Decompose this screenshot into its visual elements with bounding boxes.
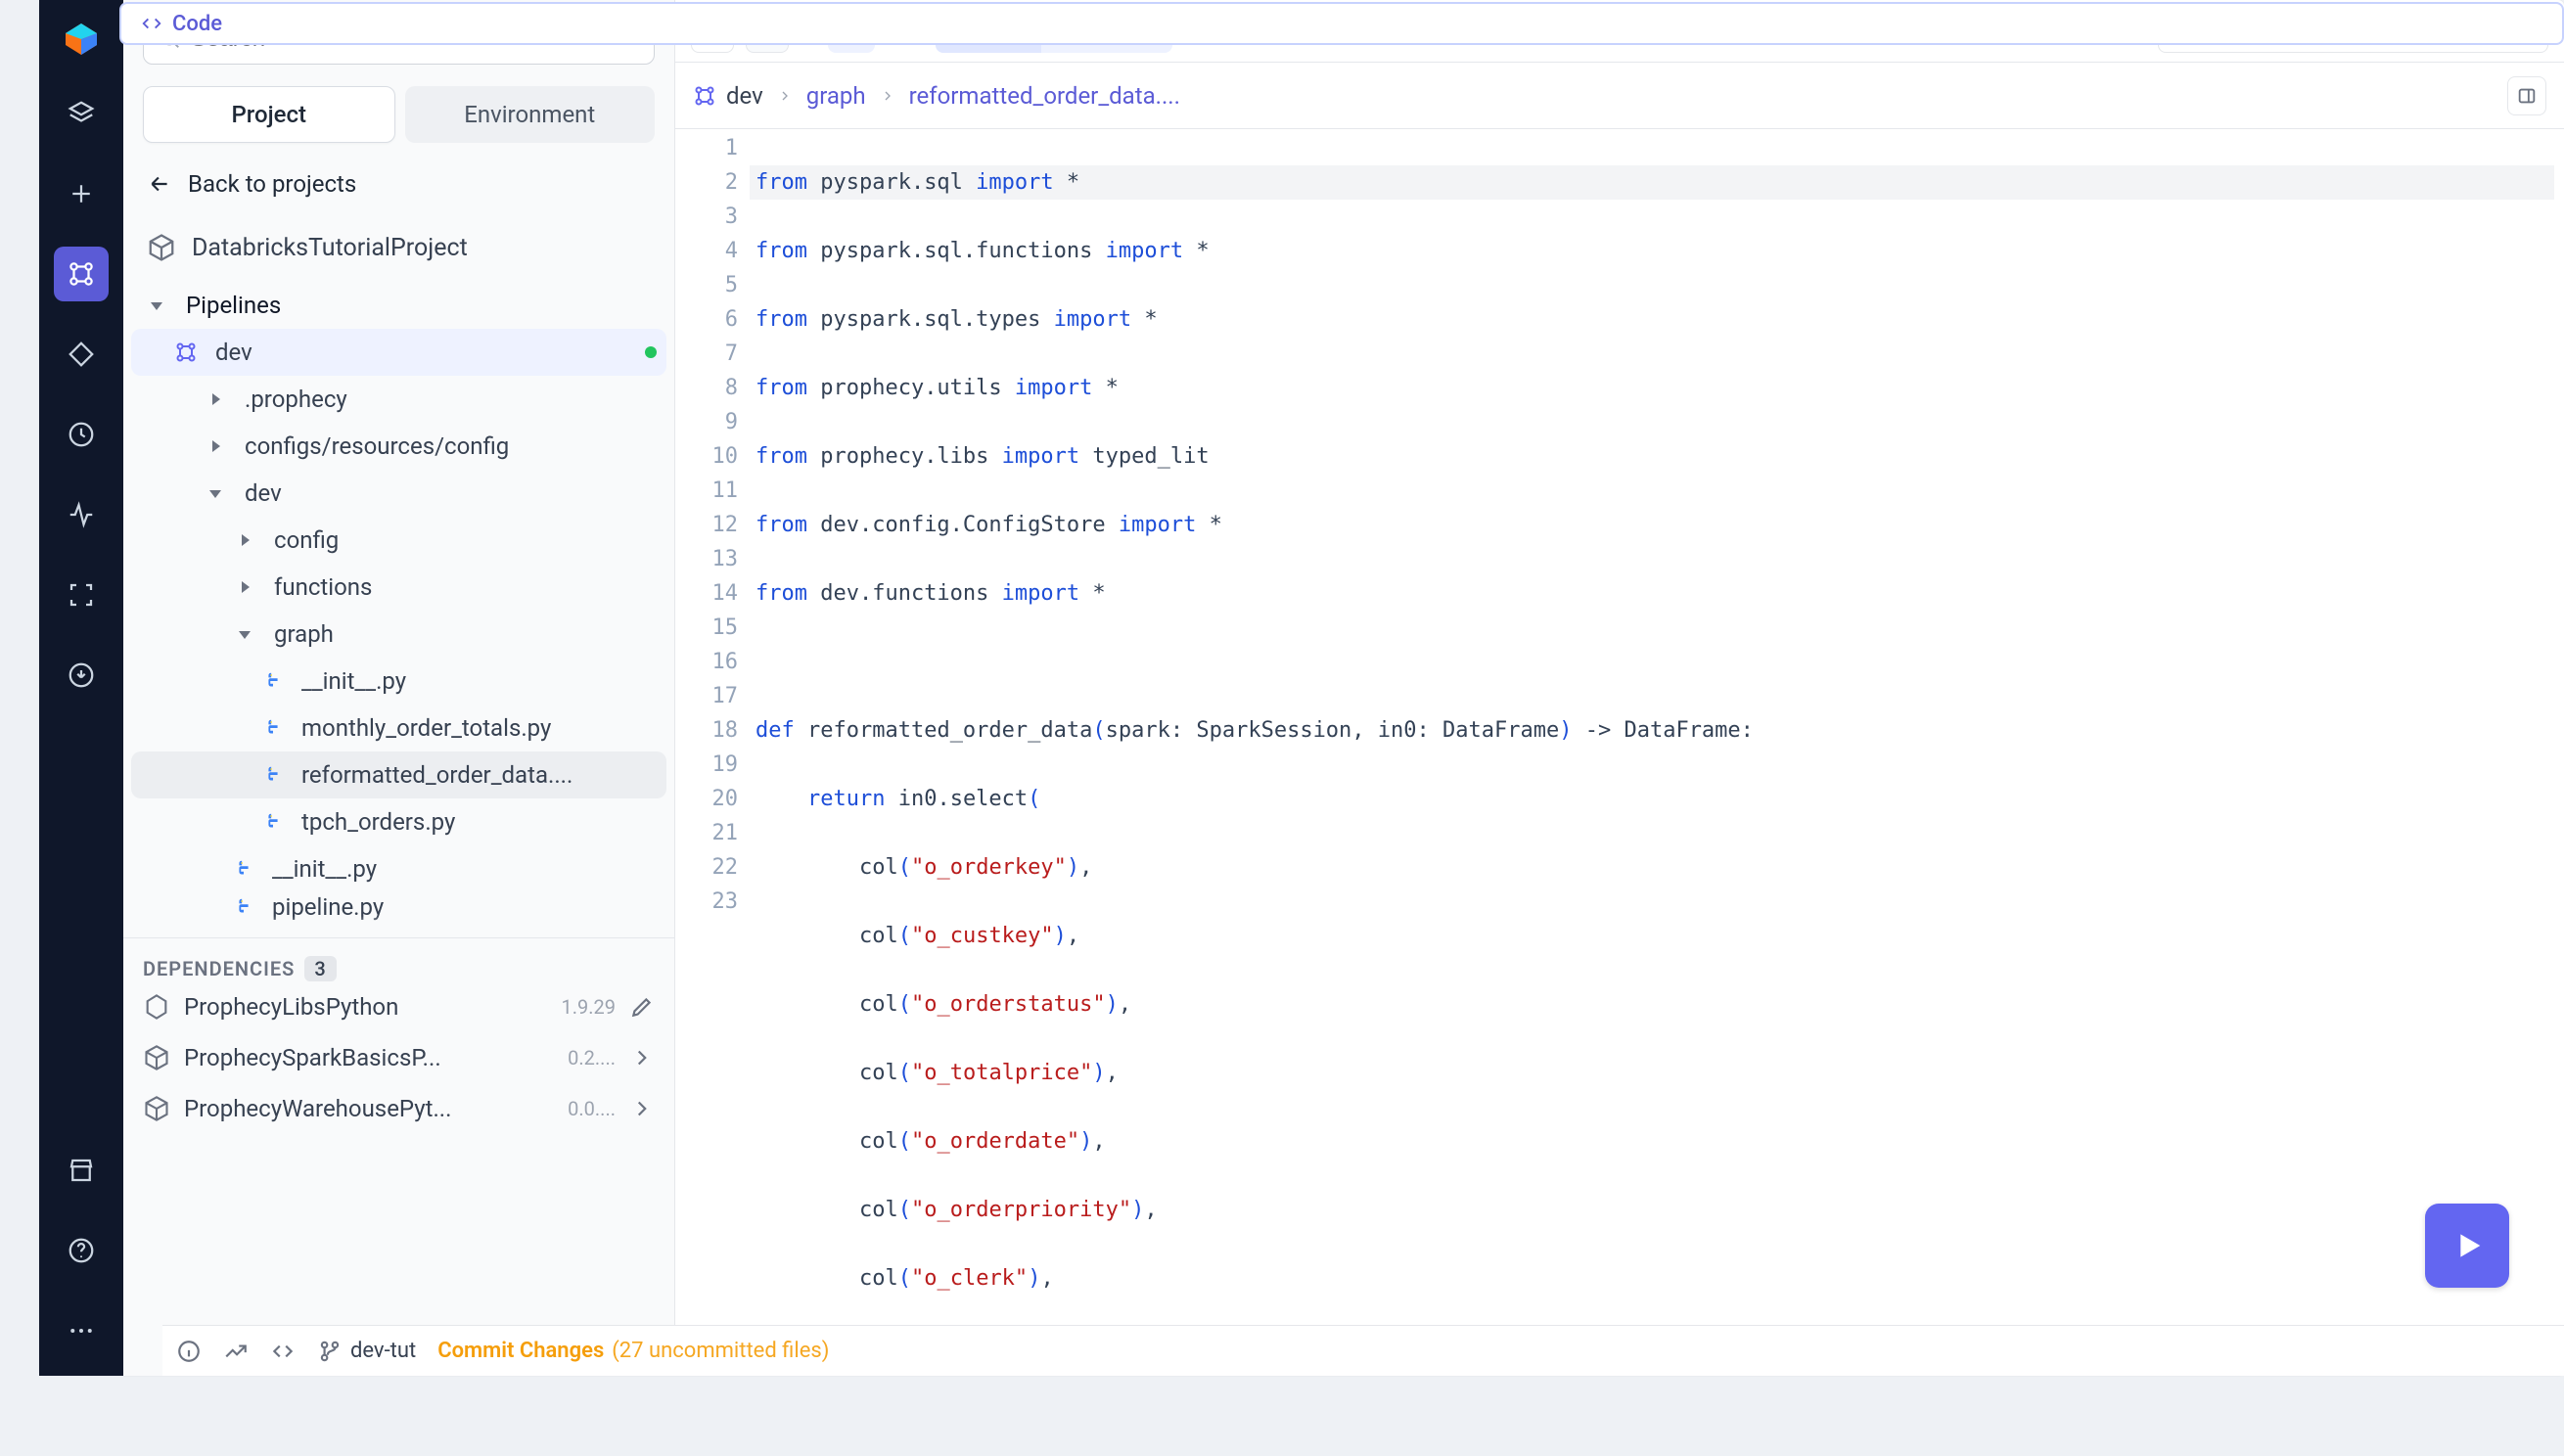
- nav-more-icon[interactable]: [54, 1303, 109, 1358]
- tree-folder-graph[interactable]: graph: [131, 611, 666, 658]
- back-to-projects[interactable]: Back to projects: [123, 143, 674, 213]
- branch-icon: [317, 1339, 343, 1364]
- python-icon: [262, 764, 284, 786]
- chevron-down-icon: [233, 622, 256, 646]
- tree-folder-configs[interactable]: configs/resources/config: [131, 423, 666, 470]
- code-content: from pyspark.sql import * from pyspark.s…: [755, 131, 2564, 1376]
- arrow-left-icon: [147, 171, 172, 197]
- deps-header: DEPENDENCIES: [143, 957, 295, 980]
- nav-activity-icon[interactable]: [54, 487, 109, 542]
- python-icon: [262, 670, 284, 692]
- tree-file-init2[interactable]: __init__.py: [131, 845, 666, 892]
- chevron-right-icon: [204, 387, 227, 411]
- nav-help-icon[interactable]: [54, 1223, 109, 1278]
- panel-icon: [2516, 85, 2538, 107]
- tree-file-reformatted[interactable]: reformatted_order_data....: [131, 751, 666, 798]
- commit-changes-link[interactable]: Commit Changes (27 uncommitted files): [437, 1339, 829, 1363]
- tree-folder-prophecy[interactable]: .prophecy: [131, 376, 666, 423]
- line-gutter: 1234567891011121314151617181920212223: [675, 129, 750, 919]
- dependencies-section: DEPENDENCIES 3 ProphecyLibsPython 1.9.29…: [123, 937, 674, 1152]
- tree-pipelines[interactable]: Pipelines: [131, 282, 666, 329]
- project-name: DatabricksTutorialProject: [192, 234, 468, 262]
- app-logo[interactable]: [60, 18, 103, 61]
- main-area: dev Config Schedule ⋯ Visual Code Spark_…: [675, 0, 2564, 1376]
- toggle-panel-button[interactable]: [2507, 76, 2546, 115]
- nav-home-icon[interactable]: [54, 86, 109, 141]
- topbar: dev Config Schedule ⋯ Visual Code Spark_…: [675, 0, 2564, 63]
- pencil-icon[interactable]: [629, 994, 655, 1020]
- nav-gems-icon[interactable]: [54, 327, 109, 382]
- tab-environment[interactable]: Environment: [405, 86, 656, 143]
- cube-icon: [147, 233, 176, 262]
- code-icon: [141, 13, 162, 34]
- chevron-right-icon: [233, 575, 256, 599]
- chevron-right-icon: [204, 434, 227, 458]
- nav-pipelines-icon[interactable]: [54, 247, 109, 301]
- tab-project[interactable]: Project: [143, 86, 395, 143]
- pipeline-icon: [174, 341, 198, 364]
- chevron-down-icon: [204, 481, 227, 505]
- tree-folder-config[interactable]: config: [131, 517, 666, 564]
- run-button[interactable]: [2425, 1204, 2509, 1288]
- chevron-right-icon: [880, 88, 895, 104]
- tree-file-tpch[interactable]: tpch_orders.py: [131, 798, 666, 845]
- chevron-right-icon[interactable]: [629, 1045, 655, 1070]
- tree-file-monthly[interactable]: monthly_order_totals.py: [131, 705, 666, 751]
- tree-pipeline-dev[interactable]: dev: [131, 329, 666, 376]
- crumb-file[interactable]: reformatted_order_data....: [909, 82, 1180, 110]
- code-mode-button[interactable]: Code: [119, 2, 2564, 45]
- status-bar: dev-tut Commit Changes (27 uncommitted f…: [162, 1325, 2564, 1376]
- tree-file-init1[interactable]: __init__.py: [131, 658, 666, 705]
- crumb-graph[interactable]: graph: [806, 82, 866, 110]
- pipeline-icon: [693, 84, 716, 108]
- chevron-right-icon[interactable]: [629, 1096, 655, 1121]
- sidebar: Project Environment Back to projects Dat…: [123, 0, 675, 1376]
- back-label: Back to projects: [188, 170, 356, 198]
- dep-row-0[interactable]: ProphecyLibsPython 1.9.29: [143, 981, 655, 1032]
- package-icon: [143, 1044, 170, 1071]
- play-icon: [2448, 1226, 2487, 1265]
- nav-store-icon[interactable]: [54, 1143, 109, 1198]
- trend-icon[interactable]: [223, 1339, 249, 1364]
- tree-folder-functions[interactable]: functions: [131, 564, 666, 611]
- dep-row-2[interactable]: ProphecyWarehousePyt... 0.0....: [143, 1083, 655, 1134]
- dep-row-1[interactable]: ProphecySparkBasicsP... 0.2....: [143, 1032, 655, 1083]
- nav-expand-icon[interactable]: [54, 568, 109, 622]
- tree-file-pipeline[interactable]: pipeline.py: [131, 892, 666, 922]
- python-icon: [262, 811, 284, 833]
- chevron-right-icon: [777, 88, 793, 104]
- package-icon: [143, 993, 170, 1021]
- nav-add-icon[interactable]: [54, 166, 109, 221]
- project-header[interactable]: DatabricksTutorialProject: [123, 213, 674, 272]
- deps-count: 3: [304, 956, 336, 981]
- breadcrumb-bar: dev graph reformatted_order_data....: [675, 63, 2564, 129]
- file-tree: Pipelines dev .prophecy configs/resource…: [123, 272, 674, 922]
- info-icon[interactable]: [176, 1339, 202, 1364]
- nav-rail: [39, 0, 123, 1376]
- nav-download-icon[interactable]: [54, 648, 109, 703]
- branch-indicator[interactable]: dev-tut: [317, 1339, 416, 1364]
- python-icon: [262, 717, 284, 739]
- status-dot-icon: [645, 346, 657, 358]
- chevron-right-icon: [233, 528, 256, 552]
- nav-history-icon[interactable]: [54, 407, 109, 462]
- crumb-pipeline[interactable]: dev: [693, 82, 763, 110]
- tree-folder-dev[interactable]: dev: [131, 470, 666, 517]
- code-editor[interactable]: 1234567891011121314151617181920212223 fr…: [675, 129, 2564, 1376]
- chevron-down-icon: [145, 294, 168, 317]
- python-icon: [233, 896, 254, 918]
- python-icon: [233, 858, 254, 880]
- code-icon[interactable]: [270, 1339, 296, 1364]
- package-icon: [143, 1095, 170, 1122]
